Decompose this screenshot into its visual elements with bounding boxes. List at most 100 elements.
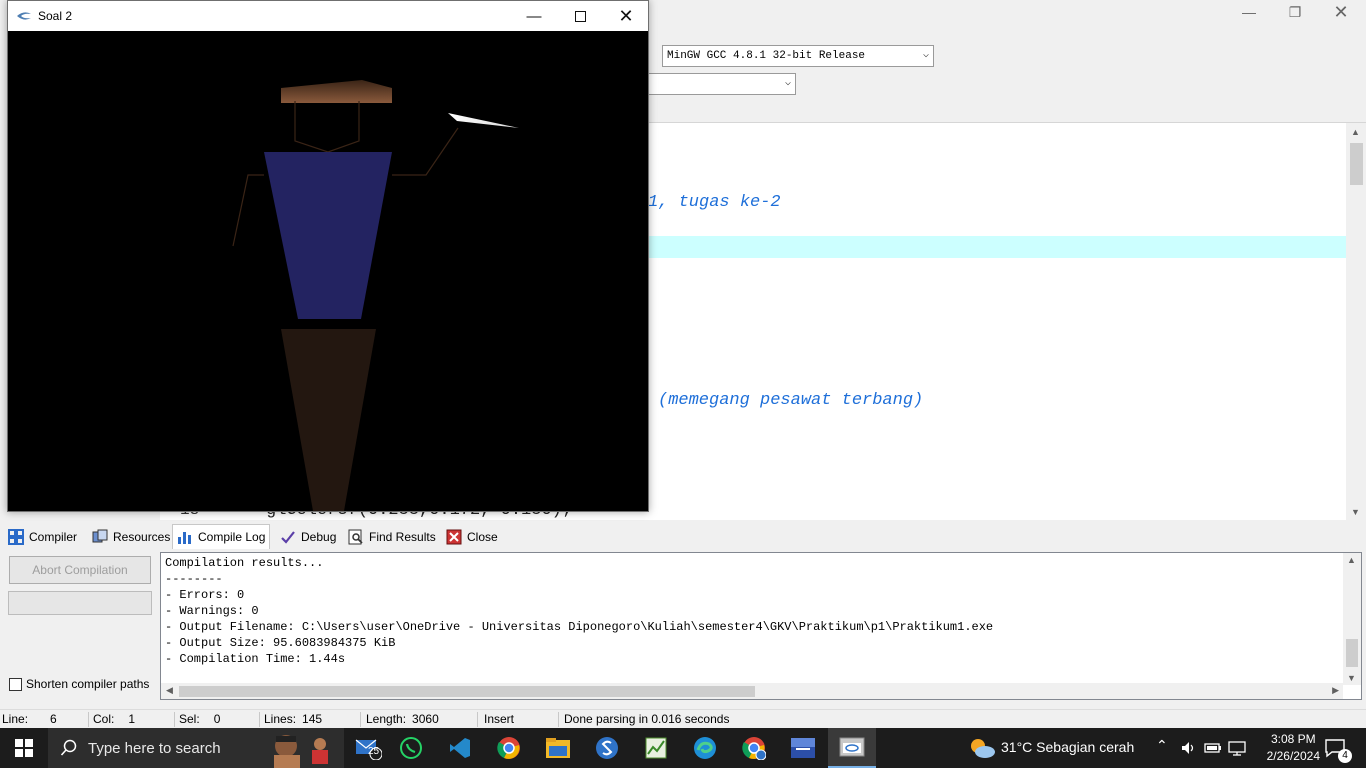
log-line: --------	[165, 572, 223, 586]
right-arm	[392, 127, 459, 176]
chevron-down-icon: ⌵	[784, 78, 791, 89]
network-icon[interactable]	[1228, 740, 1246, 756]
boxer-highlight-icon[interactable]	[262, 730, 340, 768]
taskbar-app-s[interactable]	[583, 728, 631, 768]
checkbox-box[interactable]	[9, 677, 22, 691]
ide-close-button[interactable]: ✕	[1318, 0, 1364, 24]
hat	[281, 80, 392, 103]
taskbar-whatsapp[interactable]	[387, 728, 435, 768]
shorten-paths-checkbox[interactable]: Shorten compiler paths	[9, 677, 149, 691]
taskbar-devcpp[interactable]	[779, 728, 827, 768]
tab-close[interactable]: Close	[442, 526, 502, 548]
left-arm	[232, 174, 264, 247]
divider	[477, 712, 478, 727]
taskbar-chrome[interactable]	[485, 728, 533, 768]
battery-icon[interactable]	[1204, 740, 1222, 756]
taskbar-vscode[interactable]	[436, 728, 484, 768]
whatsapp-icon	[400, 737, 422, 759]
weather-text[interactable]: 31°C Sebagian cerah	[1001, 739, 1134, 755]
status-label: Lines:	[264, 712, 297, 726]
volume-icon[interactable]	[1180, 740, 1196, 756]
search-icon	[60, 739, 77, 756]
log-line: - Output Size: 95.6083984375 KiB	[165, 636, 396, 650]
scroll-right-icon[interactable]: ▶	[1332, 685, 1339, 696]
legs	[281, 329, 376, 511]
close-tab-icon	[446, 529, 462, 545]
taskbar-edge[interactable]	[681, 728, 729, 768]
scrollbar-thumb[interactable]	[1350, 143, 1363, 185]
resources-icon	[92, 529, 108, 543]
scroll-up-icon[interactable]: ▲	[1351, 127, 1360, 137]
status-value: 1	[128, 712, 136, 726]
taskbar-chrome-profile[interactable]	[730, 728, 778, 768]
status-label: Length:	[366, 712, 407, 726]
status-bar: Line: 6 Col: 1 Sel: 0 Lines: 145 Length: 3060…	[0, 709, 1366, 728]
chart-window-icon	[645, 737, 667, 759]
window-titlebar[interactable]: Soal 2 — ✕	[8, 1, 648, 31]
status-lines: Lines: 145	[264, 712, 322, 726]
taskbar-search-box[interactable]: Type here to search	[48, 728, 344, 768]
function-select[interactable]: ⌵	[648, 73, 796, 95]
taskbar-opengl-app[interactable]	[828, 728, 876, 768]
clock-date: 2/26/2024	[1266, 749, 1320, 763]
status-sel: Sel: 0	[179, 712, 220, 726]
head	[294, 101, 360, 153]
check-icon	[281, 531, 295, 544]
tab-debug[interactable]: Debug	[276, 526, 340, 548]
devcpp-icon	[791, 738, 815, 758]
scroll-down-icon[interactable]: ▼	[1347, 673, 1356, 683]
soal-2-window[interactable]: Soal 2 — ✕	[7, 0, 649, 512]
tab-label: Debug	[301, 530, 337, 544]
chevron-down-icon: ⌵	[922, 50, 929, 61]
scroll-up-icon[interactable]: ▲	[1347, 555, 1356, 565]
status-label: Line:	[2, 712, 29, 726]
tab-compiler[interactable]: Compiler	[4, 526, 81, 548]
scrollbar-thumb[interactable]	[179, 686, 755, 697]
clock[interactable]: 3:08 PM 2/26/2024	[1267, 731, 1320, 765]
abort-compilation-button[interactable]: Abort Compilation	[9, 556, 151, 584]
editor-scrollbar[interactable]: ▲ ▼	[1346, 123, 1366, 521]
compile-log-output[interactable]: Compilation results... -------- - Errors: …	[160, 552, 1362, 700]
taskbar-file-explorer[interactable]	[534, 728, 582, 768]
compiler-select[interactable]: MinGW GCC 4.8.1 32-bit Release ⌵	[662, 45, 934, 67]
scroll-down-icon[interactable]: ▼	[1351, 507, 1360, 517]
minimize-button[interactable]: —	[511, 1, 557, 31]
chevron-up-icon[interactable]: ⌃	[1156, 737, 1168, 754]
weather-partly-cloudy-icon[interactable]	[968, 736, 996, 760]
status-message: Done parsing in 0.016 seconds	[564, 712, 729, 726]
notification-badge: 4	[1338, 749, 1352, 763]
status-value: 145	[302, 712, 323, 726]
status-label: Col:	[93, 712, 115, 726]
log-vertical-scrollbar[interactable]: ▲ ▼	[1343, 553, 1361, 685]
vscode-icon	[450, 738, 470, 758]
windows-logo-icon	[15, 739, 33, 757]
taskbar-mail[interactable]: 25	[344, 728, 392, 768]
close-button[interactable]: ✕	[603, 1, 649, 31]
scrollbar-thumb[interactable]	[1346, 639, 1358, 667]
folder-icon	[546, 738, 570, 758]
chrome-profile-icon	[742, 737, 766, 760]
torso	[264, 152, 392, 319]
tab-find-results[interactable]: Find Results	[344, 526, 440, 548]
log-horizontal-scrollbar[interactable]: ◀ ▶	[161, 683, 1343, 699]
tab-resources[interactable]: Resources	[88, 526, 174, 548]
find-icon	[348, 529, 363, 545]
tab-label: Resources	[113, 530, 171, 544]
ide-minimize-button[interactable]: —	[1226, 0, 1272, 24]
shorten-paths-label: Shorten compiler paths	[26, 677, 150, 691]
scroll-left-icon[interactable]: ◀	[166, 685, 173, 696]
log-line: - Compilation Time: 1.44s	[165, 652, 346, 666]
compile-progress-bar	[8, 591, 152, 615]
start-button[interactable]	[0, 728, 48, 768]
opengl-canvas[interactable]	[8, 31, 648, 511]
abort-label: Abort Compilation	[32, 563, 128, 577]
tab-compile-log[interactable]: Compile Log	[172, 524, 271, 549]
taskbar-task-manager[interactable]	[632, 728, 680, 768]
app-icon	[17, 12, 31, 20]
grid-icon	[8, 529, 24, 545]
tab-label: Compile Log	[198, 530, 266, 544]
blue-s-icon	[596, 737, 618, 759]
divider	[360, 712, 361, 727]
ide-restore-button[interactable]: ❐	[1272, 0, 1318, 24]
maximize-button[interactable]	[557, 1, 603, 31]
